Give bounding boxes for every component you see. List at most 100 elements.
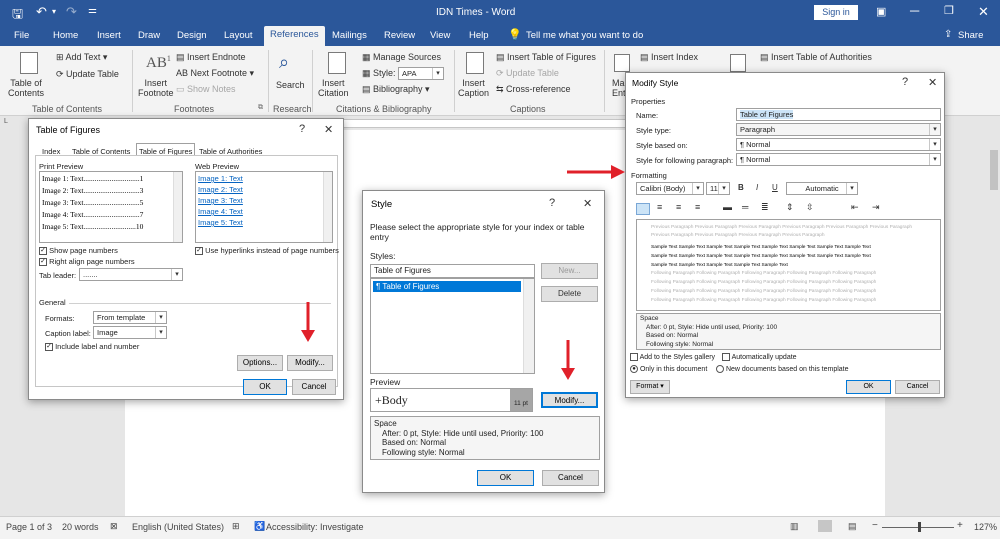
show-notes-button[interactable]: ▭ Show Notes (176, 84, 236, 95)
font-size-dropdown[interactable]: 11 ▾ (706, 182, 730, 195)
undo-dropdown-icon[interactable]: ▾ (52, 7, 56, 16)
tab-references[interactable]: References (264, 26, 325, 46)
scrollbar-thumb[interactable] (990, 150, 998, 190)
footnotes-dialog-launcher-icon[interactable]: ⧉ (258, 104, 263, 112)
insert-table-of-figures-button[interactable]: ▤ Insert Table of Figures (496, 52, 596, 63)
save-icon[interactable]: 🖫 (12, 5, 23, 27)
insert-table-of-authorities-button[interactable]: ▤ Insert Table of Authorities (760, 52, 872, 63)
increase-indent-icon[interactable]: ⇥ (872, 202, 880, 213)
onehalf-spacing-icon[interactable]: ═ (742, 202, 748, 212)
table-of-contents-button[interactable]: Table of Contents (8, 78, 44, 98)
list-scrollbar[interactable] (523, 279, 534, 373)
tab-review[interactable]: Review (384, 30, 415, 41)
font-color-dropdown[interactable]: Automatic ▾ (786, 182, 858, 195)
insert-index-button[interactable]: ▤ Insert Index (640, 52, 698, 63)
close-icon[interactable]: ✕ (978, 4, 989, 20)
right-align-checkbox[interactable]: ✓ Right align page numbers (39, 257, 135, 267)
style-based-on-dropdown[interactable]: ¶ Normal ▾ (736, 138, 941, 151)
tell-me-search[interactable]: Tell me what you want to do (526, 30, 643, 41)
cancel-button[interactable]: Cancel (292, 379, 336, 395)
next-footnote-button[interactable]: AB Next Footnote ▾ (176, 68, 254, 79)
modify-button[interactable]: Modify... (541, 392, 598, 408)
search-button[interactable]: Search (276, 80, 305, 90)
update-table-figures-button[interactable]: ⟳ Update Table (496, 68, 559, 79)
tab-insert[interactable]: Insert (97, 30, 121, 41)
formats-dropdown[interactable]: From template ▾ (93, 311, 167, 324)
preview-scrollbar[interactable] (323, 172, 332, 242)
close-icon[interactable]: ✕ (928, 76, 937, 89)
zoom-in-icon[interactable]: + (957, 520, 963, 531)
maximize-icon[interactable]: ❐ (944, 4, 954, 17)
minimize-icon[interactable]: ─ (910, 3, 919, 18)
update-table-button[interactable]: ⟳ Update Table (56, 69, 119, 80)
citation-style-dropdown[interactable]: APA ▾ (398, 67, 444, 80)
share-button[interactable]: Share (958, 30, 983, 41)
accessibility-checker[interactable]: Accessibility: Investigate (266, 522, 364, 532)
zoom-level[interactable]: 127% (974, 522, 997, 532)
vertical-scrollbar[interactable] (988, 130, 1000, 516)
text-predictions-icon[interactable]: ⊞ (232, 521, 240, 532)
options-button[interactable]: Options... (237, 355, 283, 371)
tab-selector-icon[interactable]: L (4, 118, 8, 125)
ok-button[interactable]: OK (846, 380, 891, 394)
proofing-icon[interactable]: ⊠ (110, 521, 118, 532)
close-icon[interactable]: ✕ (583, 197, 592, 210)
undo-icon[interactable]: ↶ (36, 4, 47, 20)
cross-reference-button[interactable]: ⇆ Cross-reference (496, 84, 571, 95)
insert-caption-button[interactable]: Insert Caption (458, 78, 489, 98)
tab-mailings[interactable]: Mailings (332, 30, 367, 41)
align-left-icon[interactable] (636, 203, 650, 215)
style-type-dropdown[interactable]: Paragraph ▾ (736, 123, 941, 136)
align-center-icon[interactable]: ≡ (657, 202, 662, 212)
print-layout-icon[interactable] (818, 520, 832, 532)
new-documents-radio[interactable]: New documents based on this template (716, 365, 849, 373)
close-icon[interactable]: ✕ (324, 123, 333, 136)
insert-citation-button[interactable]: Insert Citation (318, 78, 349, 98)
bibliography-button[interactable]: ▤ Bibliography ▾ (362, 84, 430, 95)
language-indicator[interactable]: English (United States) (132, 522, 224, 532)
name-input[interactable]: Table of Figures (736, 108, 941, 121)
bold-button[interactable]: B (738, 183, 744, 192)
increase-paragraph-spacing-icon[interactable]: ⇕ (786, 202, 794, 213)
word-count[interactable]: 20 words (62, 522, 99, 532)
web-layout-icon[interactable]: ▤ (848, 521, 857, 532)
show-page-numbers-checkbox[interactable]: ✓ Show page numbers (39, 246, 118, 256)
zoom-out-icon[interactable]: − (872, 520, 878, 531)
redo-icon[interactable]: ↷ (66, 4, 77, 20)
double-spacing-icon[interactable]: ≣ (761, 202, 769, 213)
include-label-checkbox[interactable]: ✓ Include label and number (45, 342, 139, 352)
single-spacing-icon[interactable]: ▬ (723, 202, 732, 212)
customize-quick-access-icon[interactable]: ⚌ (88, 5, 97, 16)
tab-view[interactable]: View (430, 30, 450, 41)
cancel-button[interactable]: Cancel (542, 470, 599, 486)
tab-layout[interactable]: Layout (224, 30, 253, 41)
read-mode-icon[interactable]: ▥ (790, 521, 799, 532)
ok-button[interactable]: OK (243, 379, 287, 395)
tab-file[interactable]: File (14, 30, 29, 41)
help-button[interactable]: ? (549, 197, 555, 209)
format-button[interactable]: Format ▾ (630, 380, 670, 394)
sign-in-button[interactable]: Sign in (814, 5, 858, 20)
auto-update-checkbox[interactable]: Automatically update (722, 353, 797, 361)
help-button[interactable]: ? (299, 123, 305, 135)
insert-endnote-button[interactable]: ▤ Insert Endnote (176, 52, 246, 63)
help-button[interactable]: ? (902, 76, 908, 88)
decrease-indent-icon[interactable]: ⇤ (851, 202, 859, 213)
tab-leader-dropdown[interactable]: ....... ▾ (79, 268, 183, 281)
ribbon-display-icon[interactable]: ▣ (876, 5, 886, 18)
preview-scrollbar[interactable] (173, 172, 182, 242)
use-hyperlinks-checkbox[interactable]: ✓ Use hyperlinks instead of page numbers (195, 246, 339, 256)
decrease-paragraph-spacing-icon[interactable]: ⇳ (806, 202, 814, 213)
tab-help[interactable]: Help (469, 30, 489, 41)
manage-sources-button[interactable]: ▦ Manage Sources (362, 52, 441, 63)
add-text-button[interactable]: ⊞ Add Text ▾ (56, 52, 107, 63)
delete-button[interactable]: Delete (541, 286, 598, 302)
italic-button[interactable]: I (756, 183, 758, 192)
zoom-slider-thumb[interactable] (918, 522, 921, 532)
caption-label-dropdown[interactable]: Image ▾ (93, 326, 167, 339)
tab-design[interactable]: Design (177, 30, 207, 41)
mark-entry-button[interactable]: Ma Ent (612, 78, 626, 98)
tab-home[interactable]: Home (53, 30, 78, 41)
underline-button[interactable]: U (772, 183, 778, 192)
page-count[interactable]: Page 1 of 3 (6, 522, 52, 532)
